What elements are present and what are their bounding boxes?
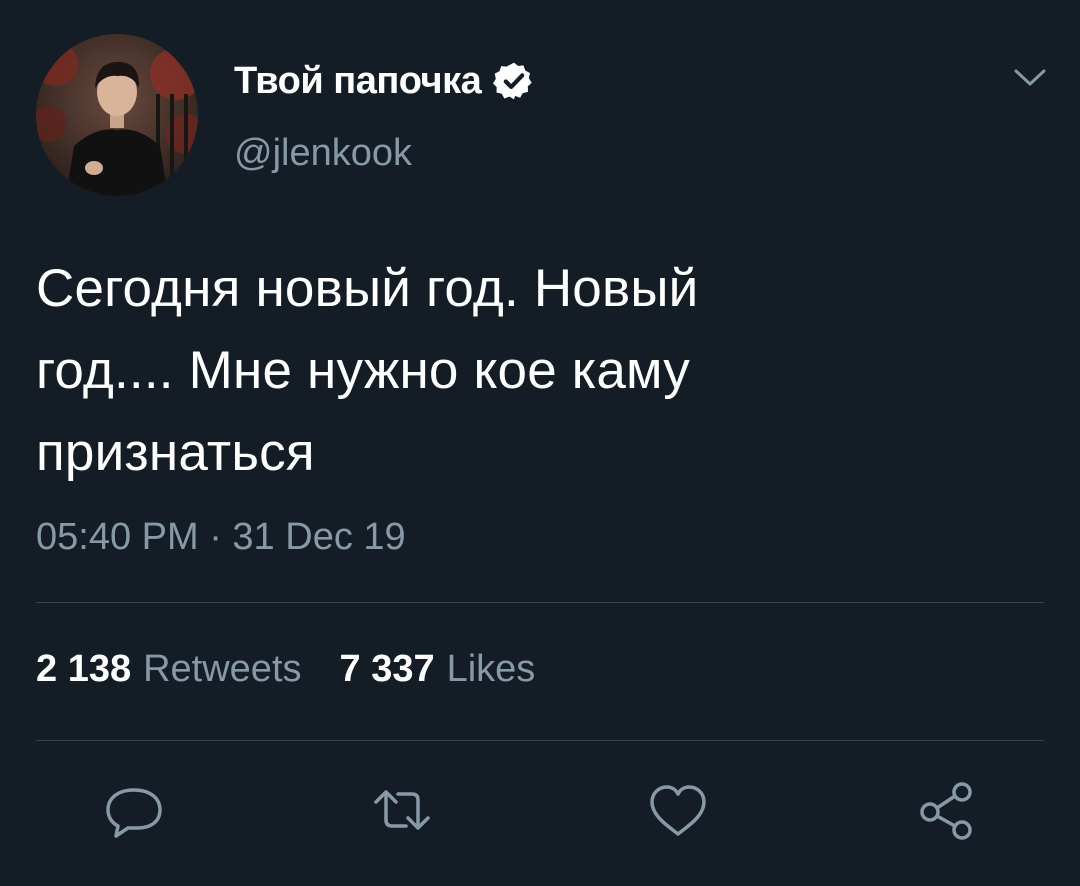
chevron-down-icon[interactable] [1010,60,1050,94]
verified-badge-icon [493,62,532,100]
user-handle[interactable]: @jlenkook [234,132,412,175]
likes-label: Likes [446,648,536,690]
divider [36,740,1044,741]
avatar[interactable] [36,34,198,196]
retweets-label: Retweets [143,648,302,690]
reply-icon [106,788,162,838]
retweet-button[interactable] [370,780,434,840]
share-icon [920,782,972,840]
author-name-row[interactable]: Твой папочка [234,56,535,106]
display-name[interactable]: Твой папочка [234,60,482,103]
retweet-icon [374,790,430,830]
tweet-timestamp[interactable]: 05:40 PM · 31 Dec 19 [36,516,406,559]
retweets-count: 2 138 [36,648,132,690]
heart-icon [650,785,706,836]
likes-count: 7 337 [339,648,435,690]
tweet-text: Сегодня новый год. Новый год.... Мне нуж… [36,248,1026,494]
share-button[interactable] [914,780,978,840]
tweet-stats: 2 138 Retweets 7 337 Likes [36,648,535,691]
retweets-stat[interactable]: 2 138 Retweets [36,648,302,691]
avatar-photo [36,34,198,196]
tweet-text-line: год.... Мне нужно кое каму [36,341,690,400]
tweet-text-line: Сегодня новый год. Новый [36,259,699,318]
tweet-text-line: признаться [36,423,315,482]
like-button[interactable] [646,780,710,840]
divider [36,602,1044,603]
reply-button[interactable] [102,780,166,840]
likes-stat[interactable]: 7 337 Likes [340,648,536,691]
